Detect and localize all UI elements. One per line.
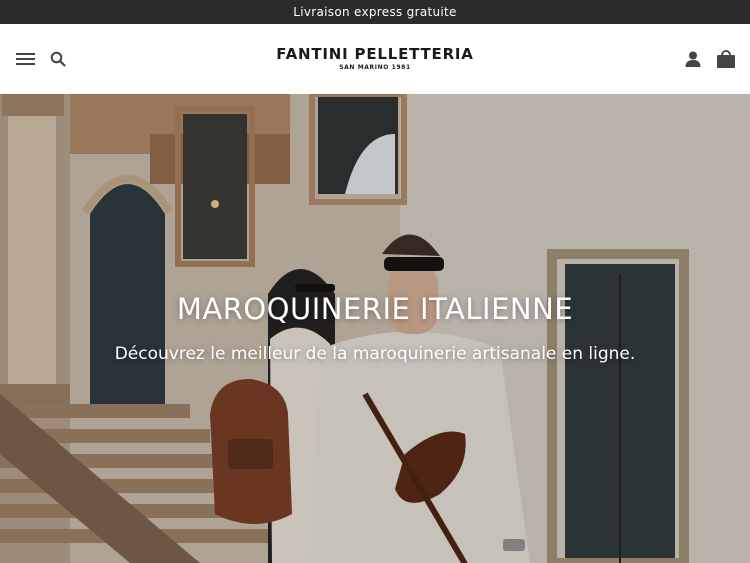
hero-banner[interactable]: MAROQUINERIE ITALIENNE Découvrez le meil… [0, 94, 750, 563]
search-icon[interactable] [50, 51, 66, 67]
site-header: FANTINI PELLETTERIA SAN MARINO 1981 [0, 24, 750, 94]
announcement-text: Livraison express gratuite [293, 5, 457, 19]
cart-icon[interactable] [716, 49, 736, 69]
hero-text: MAROQUINERIE ITALIENNE Découvrez le meil… [0, 292, 750, 364]
header-left [16, 51, 66, 67]
hero-subtitle: Découvrez le meilleur de la maroquinerie… [114, 344, 636, 364]
hero-title: MAROQUINERIE ITALIENNE [176, 292, 574, 326]
announcement-bar: Livraison express gratuite [0, 0, 750, 24]
account-icon[interactable] [684, 50, 702, 68]
menu-icon[interactable] [16, 51, 36, 67]
header-right [684, 49, 736, 69]
site-logo[interactable]: FANTINI PELLETTERIA SAN MARINO 1981 [276, 47, 473, 71]
logo-brand: FANTINI PELLETTERIA [276, 45, 474, 63]
logo-subtitle: SAN MARINO 1981 [339, 64, 411, 71]
